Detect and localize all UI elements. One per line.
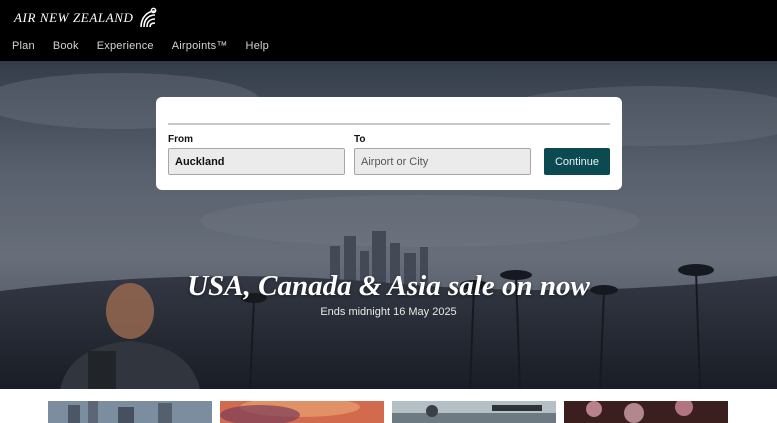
destination-image: [564, 401, 728, 423]
from-input[interactable]: [168, 148, 345, 175]
destination-tile[interactable]: [392, 401, 556, 423]
nav-item-experience[interactable]: Experience: [97, 40, 154, 52]
destination-tile[interactable]: [220, 401, 384, 423]
destination-tile[interactable]: [48, 401, 212, 423]
main-nav: Plan Book Experience Airpoints™ Help: [12, 40, 287, 52]
koru-icon: [139, 7, 156, 28]
nav-item-book[interactable]: Book: [53, 40, 79, 52]
destination-image: [220, 401, 384, 423]
destination-tile[interactable]: [564, 401, 728, 423]
brand-logo[interactable]: AIR NEW ZEALAND: [14, 7, 158, 29]
to-label: To: [354, 134, 366, 145]
flight-search-card: From To Continue: [156, 97, 622, 190]
hero-headline: USA, Canada & Asia sale on now: [187, 270, 590, 302]
hero-subline: Ends midnight 16 May 2025: [320, 306, 457, 318]
nav-item-help[interactable]: Help: [246, 40, 269, 52]
to-input[interactable]: [354, 148, 531, 175]
nav-item-plan[interactable]: Plan: [12, 40, 35, 52]
brand-name: AIR NEW ZEALAND: [14, 10, 134, 25]
nav-item-airpoints[interactable]: Airpoints™: [172, 40, 228, 52]
hero-banner: From To Continue USA, Canada & Asia sale…: [0, 61, 777, 389]
site-header: AIR NEW ZEALAND Plan Book Experience Air…: [0, 0, 777, 61]
destination-image: [48, 401, 212, 423]
search-tabs-divider: [168, 123, 610, 125]
destination-image: [392, 401, 556, 423]
destination-tiles: [0, 389, 777, 423]
continue-button[interactable]: Continue: [544, 148, 610, 175]
from-label: From: [168, 134, 193, 145]
